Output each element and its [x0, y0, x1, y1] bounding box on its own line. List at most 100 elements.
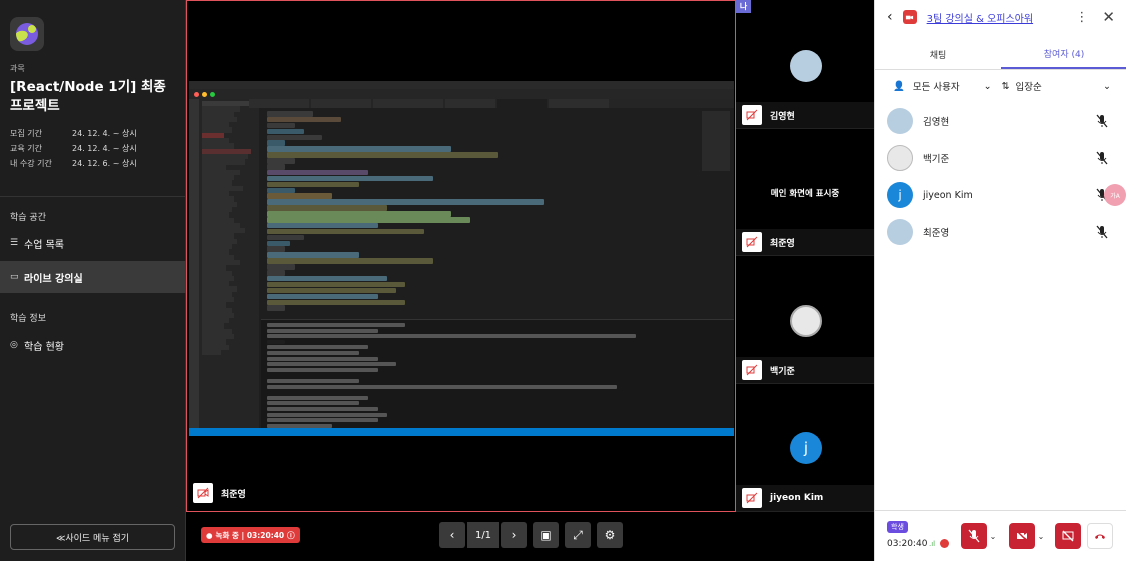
nav-live-room-label: 라이브 강의실	[24, 273, 83, 285]
study-info-title: 학습 정보	[10, 314, 46, 324]
tile-name: 김영현	[770, 111, 795, 122]
study-space-title: 학습 공간	[10, 213, 46, 223]
participant-filters: 👤 모든 사용자 ⌄ ⇅ 입장순 ⌄	[875, 76, 1126, 96]
record-indicator-icon	[940, 539, 949, 548]
avatar	[887, 219, 913, 245]
chevron-down-icon[interactable]: ⌄	[984, 81, 992, 92]
leave-control[interactable]	[1087, 523, 1113, 549]
screen-share-off-icon	[1062, 530, 1074, 542]
activity-bar	[189, 99, 199, 428]
fullscreen-button[interactable]: ⤢	[565, 522, 591, 548]
leave-button[interactable]	[1087, 523, 1113, 549]
avatar	[887, 108, 913, 134]
participant-tiles: 나 김영현 메인 화면에 표시중 최준영 백기준 j jiyeon Kim	[736, 0, 874, 512]
tile-participant[interactable]: 백기준	[736, 256, 874, 384]
chevron-down-icon[interactable]: ⌄	[1035, 532, 1047, 541]
period-key: 교육 기간	[10, 144, 42, 153]
tile-participant[interactable]: 나 김영현	[736, 0, 874, 129]
record-dot-icon: ●	[206, 530, 213, 540]
camera-toggle-button[interactable]	[1009, 523, 1035, 549]
nav-study-status[interactable]: ◎ 학습 현황	[0, 329, 186, 361]
camera-icon	[902, 10, 917, 24]
tile-participant[interactable]: 메인 화면에 표시중 최준영	[736, 129, 874, 256]
video-off-icon	[742, 360, 762, 380]
period-key: 모집 기간	[10, 129, 42, 138]
participant-name: 최준영	[923, 228, 950, 239]
presenting-label: 메인 화면에 표시중	[770, 189, 840, 199]
tile-namebar: 김영현	[736, 102, 874, 128]
participant-row[interactable]: j jiyeon Kim	[887, 182, 1117, 208]
participant-row[interactable]: 백기준	[887, 145, 1117, 171]
editor-minimap	[702, 111, 730, 171]
page-indicator: 1/1	[467, 522, 499, 548]
mic-toggle-button[interactable]	[961, 523, 987, 549]
mic-control[interactable]: ⌄	[961, 523, 999, 549]
main-speaker-name: 최준영	[221, 489, 246, 500]
tile-participant[interactable]: j jiyeon Kim	[736, 384, 874, 512]
editor-titlebar	[189, 89, 734, 99]
period-row: 교육 기간 24. 12. 4. ~ 상시	[10, 141, 180, 156]
period-value: 24. 12. 6. ~ 상시	[72, 159, 137, 168]
view-controls: ▣ ⤢ ⚙	[533, 522, 623, 548]
user-icon: 👤	[893, 80, 905, 92]
recording-badge: ● 녹화 중 | 03:20:40 ⓘ	[201, 527, 300, 543]
fullscreen-icon: ⤢	[573, 527, 583, 542]
layout-button[interactable]: ▣	[533, 522, 559, 548]
more-icon[interactable]: ⋮	[1075, 10, 1088, 25]
participant-name: 백기준	[923, 154, 950, 165]
elapsed-timer: 03:20:40	[887, 539, 928, 549]
tile-namebar: 최준영	[736, 229, 874, 255]
gear-icon: ⚙	[604, 528, 616, 542]
prev-page-button[interactable]: ‹	[439, 522, 465, 548]
screen-share-button[interactable]	[1055, 523, 1081, 549]
list-icon: ☰	[10, 238, 19, 248]
chevron-down-icon[interactable]: ⌄	[987, 532, 999, 541]
collapse-sidebar-button[interactable]: ≪사이드 메뉴 접기	[10, 524, 175, 550]
avatar	[887, 145, 913, 171]
nav-live-room[interactable]: ▭ 라이브 강의실	[0, 261, 186, 293]
signal-icon: .ıl	[929, 540, 936, 548]
panel-header: ‹ 3팀 강의실 & 오피스아워 ⋮ ✕	[875, 0, 1126, 34]
avatar: j	[790, 432, 822, 464]
main-video[interactable]: 최준영	[186, 0, 736, 512]
tile-namebar: 백기준	[736, 357, 874, 383]
tab-chat[interactable]: 채팅	[875, 40, 1001, 69]
stage-controls: ● 녹화 중 | 03:20:40 ⓘ ‹ 1/1 › ▣ ⤢ ⚙	[186, 512, 874, 561]
next-page-button[interactable]: ›	[501, 522, 527, 548]
screen-share-control[interactable]	[1055, 523, 1081, 549]
mic-muted-icon	[1096, 151, 1108, 165]
participant-row[interactable]: 최준영	[887, 219, 1117, 245]
monitor-icon: ▭	[10, 272, 19, 282]
panel-bottom-bar: 학생 03:20:40 .ıl ⌄ ⌄	[875, 510, 1126, 561]
recording-text: 녹화 중 | 03:20:40	[215, 530, 285, 540]
user-filter-select[interactable]: 모든 사용자	[913, 79, 960, 93]
avatar	[790, 305, 822, 337]
nav-lesson-list[interactable]: ☰ 수업 목록	[0, 227, 186, 259]
participant-name: 김영현	[923, 117, 950, 128]
layout-icon: ▣	[540, 528, 552, 542]
stage: 최준영 나 김영현 메인 화면에 표시중 최준영 백기준 j jiyeon Ki…	[186, 0, 874, 561]
tab-participants[interactable]: 참여자 (4)	[1001, 40, 1126, 69]
room-title[interactable]: 3팀 강의실 & 오피스아워	[927, 10, 1034, 25]
period-value: 24. 12. 4. ~ 상시	[72, 144, 137, 153]
course-logo	[10, 17, 44, 51]
sort-select[interactable]: 입장순	[1016, 79, 1042, 93]
settings-button[interactable]: ⚙	[597, 522, 623, 548]
translate-bubble-icon[interactable]: 가A	[1104, 184, 1126, 206]
period-row: 모집 기간 24. 12. 4. ~ 상시	[10, 126, 180, 141]
code-editor	[261, 109, 734, 319]
tile-name: 최준영	[770, 238, 795, 249]
chevron-down-icon[interactable]: ⌄	[1103, 81, 1111, 92]
tile-name: jiyeon Kim	[770, 493, 824, 503]
file-explorer	[199, 99, 259, 428]
side-panel: ‹ 3팀 강의실 & 오피스아워 ⋮ ✕ 채팅 참여자 (4) 👤 모든 사용자…	[874, 0, 1126, 561]
camera-control[interactable]: ⌄	[1009, 523, 1047, 549]
participant-row[interactable]: 김영현	[887, 108, 1117, 134]
shared-screen	[189, 81, 734, 436]
back-icon[interactable]: ‹	[887, 9, 893, 25]
video-off-icon	[742, 232, 762, 252]
info-icon: ⓘ	[287, 530, 295, 540]
sort-icon: ⇅	[1001, 80, 1010, 92]
close-icon[interactable]: ✕	[1102, 8, 1115, 26]
editor-status-bar	[189, 428, 734, 436]
